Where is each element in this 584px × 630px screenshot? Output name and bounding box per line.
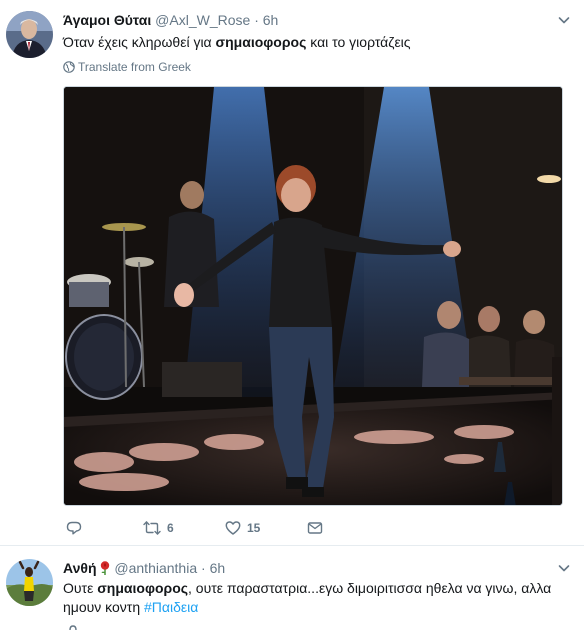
reply-button[interactable] xyxy=(66,520,82,536)
globe-icon xyxy=(63,61,75,73)
media-image[interactable] xyxy=(63,86,563,506)
user-handle[interactable]: @anthianthia xyxy=(114,560,197,576)
tweet-header: Ανθή @anthianthia · 6h xyxy=(63,560,225,576)
tweet-text-bold: σημαιοφορος xyxy=(97,580,189,596)
direct-message-button[interactable] xyxy=(307,520,323,536)
chevron-down-icon[interactable] xyxy=(558,14,570,26)
display-name[interactable]: Άγαμοι Θύται xyxy=(63,12,151,28)
user-handle[interactable]: @Axl_W_Rose xyxy=(155,12,250,28)
tweet-text-part: Όταν έχεις κληρωθεί για xyxy=(63,34,216,50)
hashtag-link[interactable]: #Παιδεια xyxy=(144,599,198,615)
tweet-header: Άγαμοι Θύται @Axl_W_Rose · 6h xyxy=(63,12,278,28)
reply-icon[interactable] xyxy=(66,625,80,630)
tweet-text: Ουτε σημαιοφορος, ουτε παραστατρια...εγω… xyxy=(63,579,563,617)
tweet-2[interactable]: Ανθή @anthianthia · 6h Ουτε σημαιοφορος,… xyxy=(0,546,584,630)
translate-link[interactable]: Translate from Greek xyxy=(63,60,191,74)
avatar[interactable] xyxy=(6,11,53,58)
retweet-button[interactable]: 6 xyxy=(143,520,174,536)
chevron-down-icon[interactable] xyxy=(558,562,570,574)
tweet-1[interactable]: Άγαμοι Θύται @Axl_W_Rose · 6h Όταν έχεις… xyxy=(0,0,584,546)
timestamp[interactable]: 6h xyxy=(210,560,226,576)
heart-icon xyxy=(225,521,241,535)
retweet-icon xyxy=(143,521,161,535)
tweet-text-bold: σημαιοφορος xyxy=(215,34,307,50)
like-button[interactable]: 15 xyxy=(225,520,260,536)
timestamp[interactable]: 6h xyxy=(263,12,279,28)
tweet-actions: 6 15 xyxy=(63,520,463,540)
envelope-icon xyxy=(307,522,323,534)
like-count: 15 xyxy=(247,521,261,535)
separator-dot: · xyxy=(201,560,206,576)
rose-icon xyxy=(100,561,109,575)
tweet-text: Όταν έχεις κληρωθεί για σημαιοφορος και … xyxy=(63,33,411,52)
translate-label[interactable]: Translate from Greek xyxy=(78,60,191,74)
separator-dot: · xyxy=(254,12,259,28)
avatar[interactable] xyxy=(6,559,53,606)
reply-icon xyxy=(66,521,82,535)
display-name[interactable]: Ανθή xyxy=(63,560,97,576)
tweet-text-part: Ουτε xyxy=(63,580,98,596)
retweet-count: 6 xyxy=(167,521,174,535)
tweet-text-part: και το γιορτάζεις xyxy=(306,34,411,50)
